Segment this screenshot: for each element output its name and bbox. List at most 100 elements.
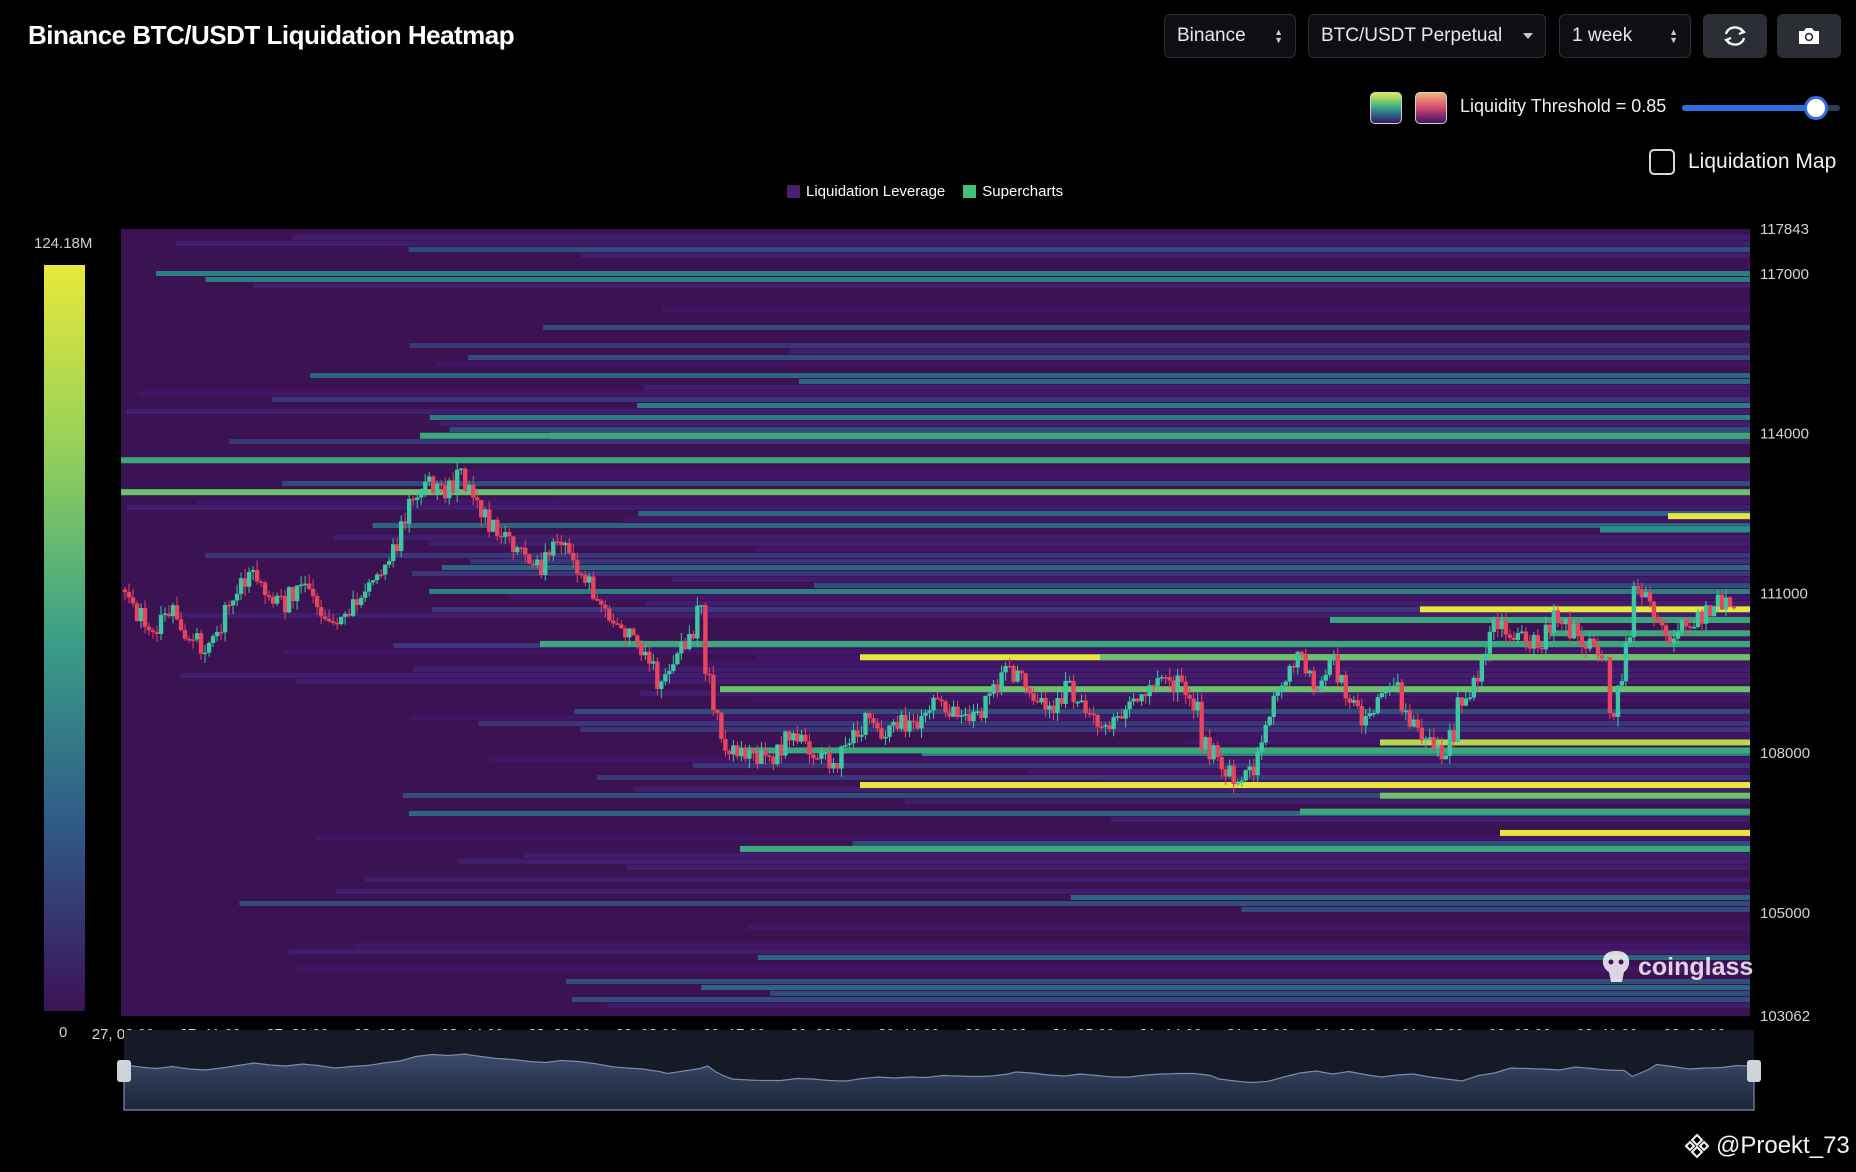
candle-body [1063,680,1068,704]
liquidation-heatmap-chart: 124.18M 0 117843 117000 114000 111000 108000… [34,221,1810,1111]
heatmap-cell [470,559,1750,564]
candle-body [282,595,288,613]
y-axis: 117843 117000 114000 111000 108000 105000 1030… [1760,221,1810,1025]
candle-body [402,521,408,524]
candle-body [130,597,136,604]
candle-body [727,750,732,755]
candle-body [382,564,388,575]
candle-body [1251,766,1256,776]
candle-body [1087,712,1092,715]
candle-body [759,750,764,764]
candle-body [995,684,1000,692]
candle-body [871,718,876,723]
heatmap-cell [627,865,1750,870]
heatmap-cell [175,241,1750,246]
candle-body [242,578,248,587]
candle-body [1083,700,1088,713]
heatmap-cell [596,775,1750,780]
heatmap-cell [1070,895,1750,900]
candle-body [202,652,208,655]
candle-body [935,697,940,700]
candle-body [963,714,968,716]
heatmap-cell [121,489,1750,496]
candle-body [723,738,728,751]
candle-body [162,613,168,616]
candle-body [1411,719,1417,727]
candle-body [967,714,972,722]
candle-body [1159,677,1164,679]
candle-body [807,741,812,755]
colorbar-min-label: 0 [59,1024,67,1041]
candle-body [1435,744,1441,749]
candle-body [158,615,164,634]
heatmap-cell [372,523,1750,528]
candle-body [1715,594,1721,607]
heatmap-cell [411,571,1750,576]
candle-body [503,532,508,537]
candle-body [543,552,548,576]
heatmap-cell [126,505,1750,510]
candle-body [222,604,228,633]
y-tick-label: 114000 [1760,426,1809,443]
heatmap-cell [125,409,1750,414]
candle-body [679,641,684,654]
heatmap-cell [580,727,1750,732]
candle-body [434,483,440,493]
candle-body [1295,651,1300,668]
candle-body [1275,692,1280,696]
candle-body [1135,698,1140,702]
candle-body [1291,666,1296,668]
candle-body [150,630,156,633]
navigator-right-handle[interactable] [1747,1060,1761,1082]
candle-body [827,752,832,769]
candle-body [254,570,260,582]
heatmap-cell [638,511,1750,516]
candle-body [1311,670,1316,690]
heatmap-cell [420,432,1750,439]
candle-body [647,651,652,664]
candle-body [302,583,308,586]
heatmap-cell [860,782,1750,789]
candle-body [791,733,796,741]
candle-body [350,599,356,616]
candle-body [394,544,400,552]
navigator-left-handle[interactable] [117,1060,131,1082]
candle-body [1679,619,1685,632]
heatmap-cell [137,391,1750,396]
candle-body [611,620,616,624]
candle-body [1519,631,1525,634]
heatmap-cell [409,343,1750,348]
candle-body [1563,618,1569,625]
candle-body [1555,610,1561,622]
candle-body [1115,716,1120,718]
candle-body [787,731,792,741]
candle-body [258,581,264,583]
candle-body [330,621,336,623]
heatmap-cell [1300,808,1750,815]
candle-body [1583,645,1589,649]
candle-body [1123,709,1128,719]
heatmap-cell [409,715,1750,720]
heatmap-cell [271,397,1750,402]
candle-body [218,632,224,634]
candle-body [1395,682,1400,686]
colorbar-max-label: 124.18M [34,235,92,252]
candle-body [1071,680,1076,703]
candle-body [322,616,328,619]
candle-body [1167,677,1172,681]
candle-body [1091,713,1096,716]
candle-body [991,684,996,694]
candle-body [1335,654,1340,683]
candle-body [338,616,344,625]
candle-body [855,730,860,737]
candle-body [899,714,904,729]
candle-body [1459,697,1465,706]
candle-body [374,574,380,581]
heatmap-cell [1241,907,1750,912]
heatmap-cell [468,355,1750,360]
candle-body [891,722,896,726]
candle-body [1151,685,1156,687]
heatmap-cell [1100,654,1750,661]
candle-body [1183,681,1188,696]
candle-body [1131,698,1136,702]
